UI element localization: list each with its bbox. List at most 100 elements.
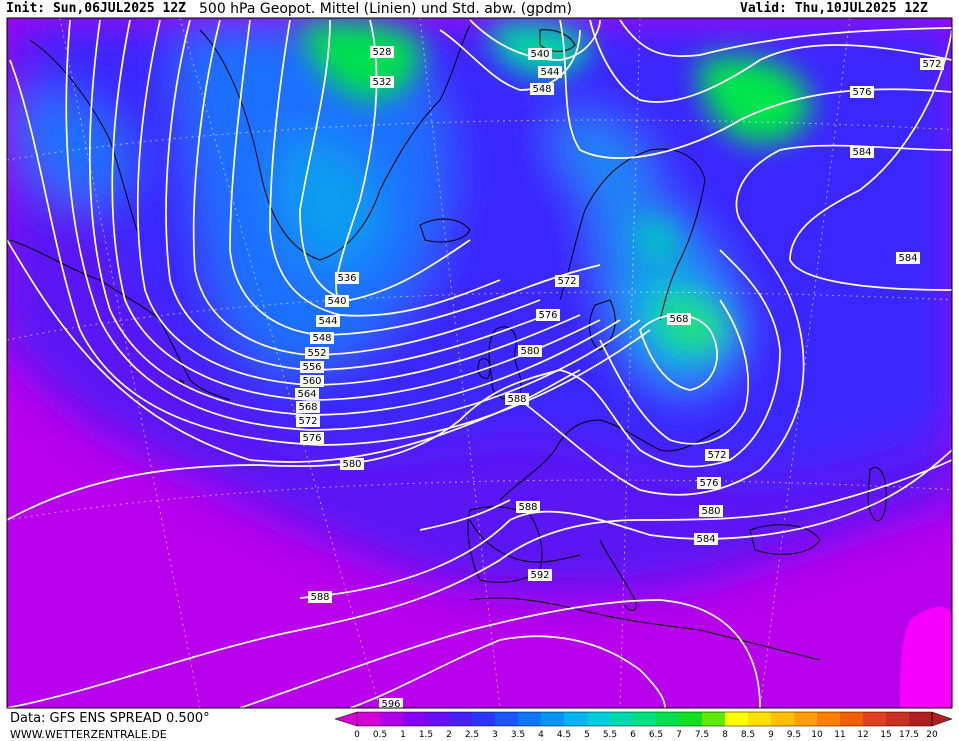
svg-text:588: 588 — [310, 592, 329, 603]
chart-title: 500 hPa Geopot. Mittel (Linien) und Std.… — [199, 1, 572, 17]
contour-label: 552 — [305, 347, 329, 359]
contour-label: 588 — [308, 591, 332, 603]
colorbar-tick-label: 0 — [354, 730, 360, 740]
svg-text:544: 544 — [318, 316, 337, 327]
contour-label: 584 — [896, 252, 920, 264]
colorbar-tick-label: 1 — [400, 730, 406, 740]
svg-text:552: 552 — [307, 348, 326, 359]
contour-label: 588 — [516, 501, 540, 513]
colorbar-segment — [633, 712, 657, 726]
colorbar-segment — [564, 712, 588, 726]
contour-label: 572 — [705, 449, 729, 461]
colorbar-segment — [449, 712, 473, 726]
colorbar-tick-label: 9 — [768, 730, 774, 740]
colorbar-tick-label: 10 — [811, 730, 823, 740]
colorbar-segment — [656, 712, 680, 726]
svg-text:568: 568 — [298, 402, 317, 413]
colorbar-segment — [771, 712, 795, 726]
colorbar-segment — [840, 712, 864, 726]
colorbar-tick-label: 7.5 — [695, 730, 709, 740]
contour-label: 564 — [295, 388, 319, 400]
contour-label: 556 — [300, 361, 324, 373]
contour-label: 580 — [340, 458, 364, 470]
spread-field: 528 532 536 540 544 548 552 556 560 564 … — [7, 18, 952, 708]
colorbar-tick-label: 5.5 — [603, 730, 617, 740]
svg-text:540: 540 — [327, 296, 346, 307]
colorbar-tick-label: 20 — [926, 730, 938, 740]
colorbar-segment — [426, 712, 450, 726]
colorbar-segment — [909, 712, 933, 726]
svg-text:576: 576 — [699, 478, 718, 489]
svg-text:548: 548 — [532, 84, 551, 95]
colorbar-segment — [886, 712, 910, 726]
contour-label: 536 — [335, 272, 359, 284]
svg-text:576: 576 — [538, 310, 557, 321]
colorbar-segment — [748, 712, 772, 726]
svg-text:580: 580 — [520, 346, 539, 357]
svg-text:580: 580 — [342, 459, 361, 470]
colorbar-tick-label: 2.5 — [465, 730, 479, 740]
svg-text:584: 584 — [696, 534, 715, 545]
colorbar-arrow-left — [334, 711, 358, 727]
colorbar-tick-label: 0.5 — [373, 730, 387, 740]
contour-label: 576 — [697, 477, 721, 489]
colorbar-tick-label: 3 — [492, 730, 498, 740]
svg-text:592: 592 — [530, 570, 549, 581]
weather-map: 528 532 536 540 544 548 552 556 560 564 … — [6, 17, 953, 740]
contour-label: 568 — [296, 401, 320, 413]
contour-label: 548 — [310, 332, 334, 344]
colorbar-tick-label: 5 — [584, 730, 590, 740]
data-source: Data: GFS ENS SPREAD 0.500° — [10, 711, 210, 726]
svg-text:584: 584 — [898, 253, 917, 264]
svg-text:572: 572 — [557, 276, 576, 287]
svg-text:580: 580 — [701, 506, 720, 517]
colorbar-segment — [817, 712, 841, 726]
colorbar-tick-label: 6 — [630, 730, 636, 740]
contour-label: 576 — [536, 309, 560, 321]
colorbar-tick-label: 12 — [857, 730, 868, 740]
contour-label: 540 — [528, 48, 552, 60]
contour-label: 548 — [530, 83, 554, 95]
colorbar-segment — [403, 712, 427, 726]
svg-text:536: 536 — [337, 273, 356, 284]
contour-label: 568 — [667, 313, 691, 325]
colorbar-segment — [541, 712, 565, 726]
svg-text:544: 544 — [540, 67, 559, 78]
svg-text:576: 576 — [302, 433, 321, 444]
svg-text:576: 576 — [852, 87, 871, 98]
colorbar-segment — [472, 712, 496, 726]
svg-text:528: 528 — [372, 47, 391, 58]
contour-label: 544 — [538, 66, 562, 78]
svg-text:588: 588 — [518, 502, 537, 513]
colorbar-segment — [863, 712, 887, 726]
colorbar-tick-label: 1.5 — [419, 730, 433, 740]
colorbar-segment — [380, 712, 404, 726]
contour-label: 532 — [370, 76, 394, 88]
contour-label: 572 — [296, 415, 320, 427]
colorbar-segment — [794, 712, 818, 726]
colorbar-segment — [725, 712, 749, 726]
svg-text:588: 588 — [507, 394, 526, 405]
svg-text:572: 572 — [707, 450, 726, 461]
colorbar-tick-label: 8 — [722, 730, 728, 740]
colorbar-tick-label: 9.5 — [787, 730, 801, 740]
svg-text:560: 560 — [302, 376, 321, 387]
colorbar-tick-label: 15 — [880, 730, 891, 740]
svg-text:540: 540 — [530, 49, 549, 60]
svg-text:572: 572 — [922, 59, 941, 70]
svg-text:548: 548 — [312, 333, 331, 344]
svg-text:556: 556 — [302, 362, 321, 373]
svg-text:532: 532 — [372, 77, 391, 88]
colorbar-tick-label: 7 — [676, 730, 682, 740]
colorbar-segment — [495, 712, 519, 726]
colorbar-tick-label: 17.5 — [899, 730, 919, 740]
colorbar-segment — [587, 712, 611, 726]
colorbar-arrow-right — [931, 711, 953, 727]
colorbar-tick-label: 2 — [446, 730, 452, 740]
contour-label: 588 — [505, 393, 529, 405]
colorbar-segment — [610, 712, 634, 726]
colorbar-tick-label: 11 — [834, 730, 845, 740]
colorbar-segment — [702, 712, 726, 726]
contour-label: 580 — [518, 345, 542, 357]
valid-time: Valid: Thu,10JUL2025 12Z — [740, 1, 928, 16]
